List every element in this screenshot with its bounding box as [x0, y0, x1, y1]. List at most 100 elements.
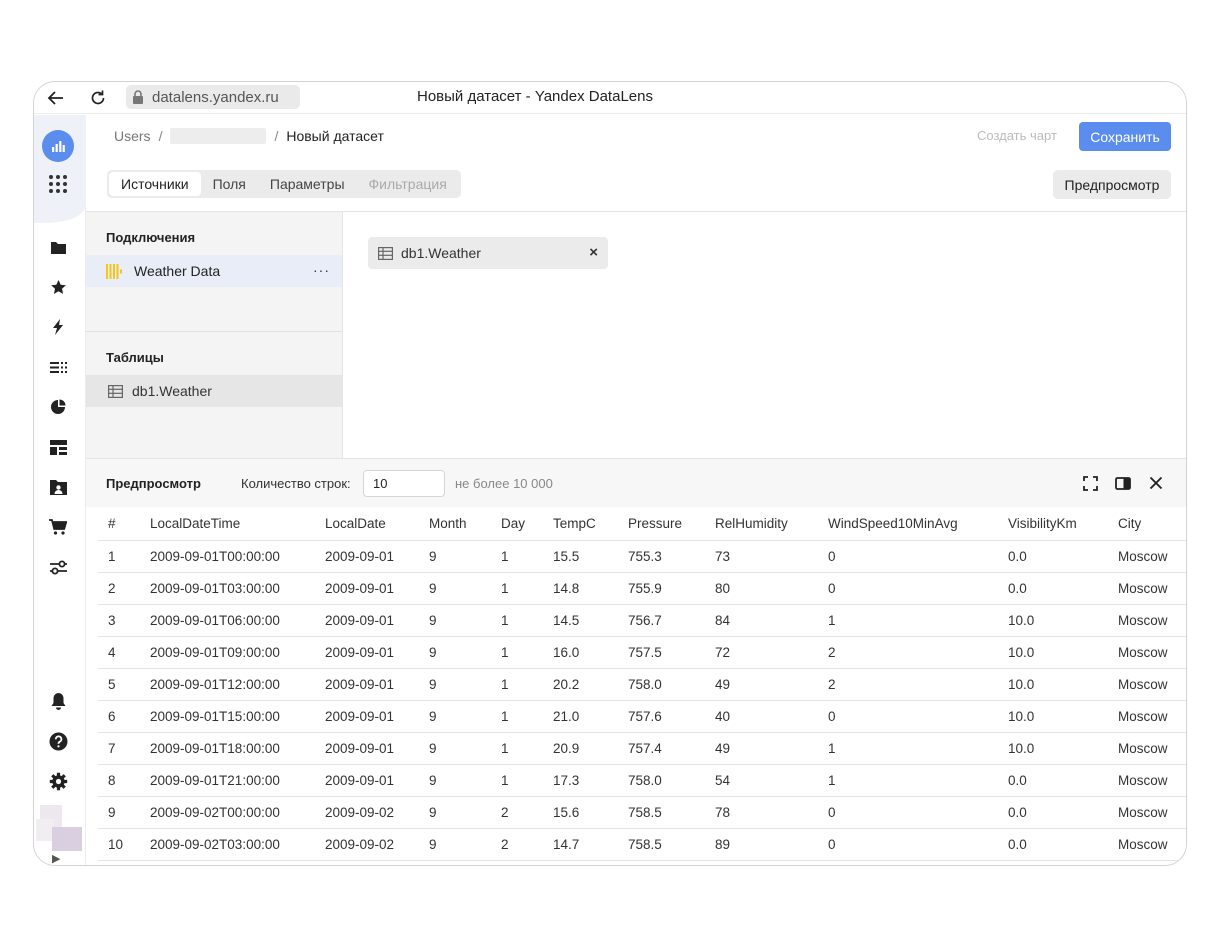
table-cell: 20.9	[553, 732, 628, 765]
table-cell: 0.0	[1008, 540, 1118, 573]
close-preview-icon[interactable]	[1147, 474, 1165, 492]
browser-toolbar: datalens.yandex.ru Новый датасет - Yande…	[34, 82, 1186, 114]
back-arrow-icon[interactable]	[44, 86, 68, 110]
table-cell: 0.0	[1008, 764, 1118, 797]
column-header[interactable]: Month	[429, 507, 501, 541]
pie-chart-icon[interactable]	[48, 397, 68, 417]
breadcrumb-users[interactable]: Users	[114, 128, 151, 144]
table-item[interactable]: db1.Weather	[86, 375, 342, 407]
table-cell: 10.0	[1008, 604, 1118, 637]
table-cell: 2009-09-01	[325, 700, 429, 733]
column-header[interactable]: VisibilityKm	[1008, 507, 1118, 541]
create-chart-button[interactable]: Создать чарт	[977, 128, 1057, 143]
tab-parameters[interactable]: Параметры	[258, 172, 357, 196]
column-header[interactable]: WindSpeed10MinAvg	[828, 507, 1008, 541]
table-cell: 2009-09-01T18:00:00	[150, 732, 325, 765]
tab-sources[interactable]: Источники	[109, 172, 201, 196]
tab-fields[interactable]: Поля	[201, 172, 258, 196]
fullscreen-icon[interactable]	[1081, 474, 1099, 492]
gear-icon[interactable]	[48, 771, 68, 791]
close-icon[interactable]: ×	[589, 244, 598, 261]
table-cell: 78	[715, 796, 828, 829]
table-cell: 2009-09-01	[325, 572, 429, 605]
table-cell: 2009-09-01T09:00:00	[150, 636, 325, 669]
table-cell: 7	[98, 732, 150, 765]
table-icon	[108, 384, 123, 398]
url-text: datalens.yandex.ru	[152, 88, 279, 106]
table-cell: 757.5	[628, 636, 715, 669]
table-row: 3 2009-09-01T06:00:00 2009-09-01 9 1 14.5 756.…	[98, 604, 1186, 637]
table-cell: 54	[715, 764, 828, 797]
browser-tab-title: Новый датасет - Yandex DataLens	[417, 88, 653, 105]
column-header[interactable]: Day	[501, 507, 553, 541]
user-folder-icon[interactable]	[48, 477, 68, 497]
table-cell: 1	[501, 764, 553, 797]
column-header[interactable]: LocalDate	[325, 507, 429, 541]
table-cell: 9	[429, 604, 501, 637]
dataset-tabs: Источники Поля Параметры Фильтрация	[107, 170, 461, 198]
connection-clickhouse-icon	[106, 263, 122, 279]
table-cell: 757.4	[628, 732, 715, 765]
table-cell: 0	[828, 572, 1008, 605]
bell-icon[interactable]	[48, 691, 68, 711]
table-cell: 2009-09-01	[325, 764, 429, 797]
rows-count-input[interactable]	[363, 470, 445, 497]
column-header[interactable]: City	[1118, 507, 1186, 541]
table-cell: 2009-09-01T15:00:00	[150, 700, 325, 733]
column-header[interactable]: Pressure	[628, 507, 715, 541]
rows-count-label: Количество строк:	[241, 476, 351, 491]
table-row: 7 2009-09-01T18:00:00 2009-09-01 9 1 20.9 757.…	[98, 732, 1186, 765]
connection-item[interactable]: Weather Data ···	[86, 255, 342, 287]
table-cell: Moscow	[1118, 764, 1186, 797]
datasets-icon[interactable]	[48, 357, 68, 377]
table-cell: 0	[828, 828, 1008, 861]
breadcrumb-separator: /	[158, 128, 163, 144]
table-cell: 21.0	[553, 700, 628, 733]
table-cell: 72	[715, 636, 828, 669]
save-button[interactable]: Сохранить	[1079, 122, 1171, 151]
table-cell: 1	[828, 764, 1008, 797]
more-options-icon[interactable]: ···	[313, 262, 330, 278]
address-bar[interactable]: datalens.yandex.ru	[126, 85, 300, 109]
side-panel-icon[interactable]	[1114, 474, 1132, 492]
column-header[interactable]: TempC	[553, 507, 628, 541]
table-cell: 2009-09-01	[325, 668, 429, 701]
table-cell: Moscow	[1118, 572, 1186, 605]
table-cell: 89	[715, 828, 828, 861]
column-header[interactable]: RelHumidity	[715, 507, 828, 541]
help-icon[interactable]	[48, 731, 68, 751]
table-cell: 1	[501, 572, 553, 605]
table-cell: 15.6	[553, 796, 628, 829]
table-cell: 2	[828, 636, 1008, 669]
breadcrumb-hidden-folder[interactable]	[170, 128, 267, 144]
breadcrumb-separator: /	[274, 128, 279, 144]
preview-table: # LocalDateTime LocalDate Month Day TempC Pres…	[98, 507, 1186, 861]
table-cell: 756.7	[628, 604, 715, 637]
table-cell: Moscow	[1118, 828, 1186, 861]
table-cell: 17.3	[553, 764, 628, 797]
logo-chart-icon[interactable]	[42, 130, 74, 162]
star-icon[interactable]	[48, 277, 68, 297]
expand-nav-icon[interactable]: ▶	[52, 852, 60, 865]
reload-icon[interactable]	[86, 86, 110, 110]
table-cell: 14.5	[553, 604, 628, 637]
avatar[interactable]	[36, 805, 82, 851]
settings-sliders-icon[interactable]	[48, 557, 68, 577]
preview-toggle-button[interactable]: Предпросмотр	[1053, 170, 1171, 199]
table-cell: 16.0	[553, 636, 628, 669]
apps-grid-icon[interactable]	[47, 173, 69, 200]
column-header[interactable]: LocalDateTime	[150, 507, 325, 541]
lightning-icon[interactable]	[48, 317, 68, 337]
cart-icon[interactable]	[48, 517, 68, 537]
table-cell: 1	[501, 732, 553, 765]
source-chip-label: db1.Weather	[401, 245, 481, 261]
source-chip[interactable]: db1.Weather ×	[368, 237, 608, 269]
table-cell: 2009-09-02	[325, 828, 429, 861]
table-cell: 0.0	[1008, 796, 1118, 829]
dashboard-icon[interactable]	[48, 437, 68, 457]
table-cell: 2009-09-01	[325, 540, 429, 573]
table-cell: 10.0	[1008, 732, 1118, 765]
folder-icon[interactable]	[48, 237, 68, 257]
column-header[interactable]: #	[98, 507, 150, 541]
table-cell: 2009-09-02	[325, 796, 429, 829]
